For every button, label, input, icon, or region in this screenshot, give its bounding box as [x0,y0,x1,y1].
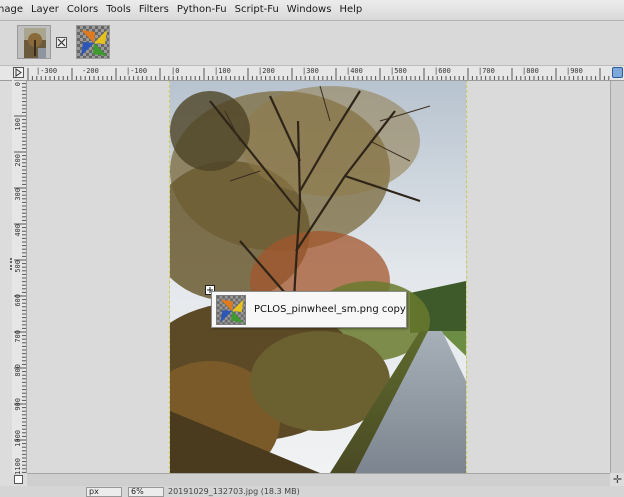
autumn-tree-photo-image [170,81,466,473]
ruler-label: |100 [214,67,231,75]
tooltip-label: PCLOS_pinwheel_sm.png copy [254,304,406,315]
tree-photo-thumbnail-icon [18,26,50,58]
ruler-label: 1100 [14,458,22,475]
vertical-scrollbar[interactable] [610,81,624,473]
ruler-label: 300 [14,188,22,201]
ruler-label: 700 [14,330,22,343]
drag-tooltip: PCLOS_pinwheel_sm.png copy [211,291,407,328]
zoom-value: 6% [131,487,144,496]
navigate-icon[interactable]: ✛ [612,474,623,485]
menu-windows[interactable]: Windows [283,0,336,20]
zoom-select[interactable]: 6% [128,487,164,497]
vertical-ruler[interactable]: 0 100 200 300 400 500 600 700 800 900 10… [12,80,27,475]
ruler-label: |900 [566,67,583,75]
status-message: 20191029_132703.jpg (18.3 MB) [168,487,300,496]
menu-layer[interactable]: Layer [27,0,63,20]
ruler-label: |0 [171,67,180,75]
menu-script-fu[interactable]: Script-Fu [231,0,283,20]
pinwheel-tab[interactable] [76,25,110,59]
ruler-label: 500 [14,260,22,273]
ruler-label: 900 [14,398,22,411]
menu-colors[interactable]: Colors [63,0,102,20]
menubar: nage Layer Colors Tools Filters Python-F… [0,0,624,21]
menu-filters[interactable]: Filters [135,0,173,20]
ruler-label: 400 [14,224,22,237]
zoom-image-icon[interactable] [612,67,623,78]
ruler-label: |-100 [126,67,148,75]
horizontal-ruler[interactable]: |-300 -200 |-100 |0 |100 |200 |300 |400 … [0,66,624,81]
ruler-label: 100 [14,118,22,131]
quick-mask-toggle-icon[interactable] [14,475,23,484]
ruler-label: -200 [82,67,99,75]
tree-photo [169,81,467,473]
dock-handle[interactable] [10,258,14,270]
photo-tab[interactable] [17,25,51,59]
close-tab-icon[interactable] [56,37,67,48]
ruler-label: |300 [302,67,319,75]
ruler-label: 200 [14,154,22,167]
ruler-label: 1000 [14,430,22,447]
unit-value: px [89,487,99,496]
menu-help[interactable]: Help [335,0,366,20]
ruler-label: |500 [390,67,407,75]
ruler-ticks [14,80,26,473]
ruler-label: |200 [258,67,275,75]
image-tab-bar [0,21,624,66]
ruler-label: |400 [346,67,363,75]
ruler-label: |600 [434,67,451,75]
menu-tools[interactable]: Tools [102,0,135,20]
ruler-label: |700 [478,67,495,75]
menu-image[interactable]: nage [0,0,27,20]
ruler-label: 800 [14,364,22,377]
menu-python-fu[interactable]: Python-Fu [173,0,231,20]
ruler-label: 600 [14,294,22,307]
unit-select[interactable]: px [86,487,122,497]
ruler-label: 0 [14,82,22,87]
pinwheel-thumbnail-icon [216,295,246,325]
ruler-label: |-300 [36,67,58,75]
pinwheel-thumbnail-icon [77,26,109,58]
image-canvas[interactable] [27,81,610,473]
ruler-label: |800 [522,67,539,75]
ruler-menu-icon[interactable] [13,67,24,78]
horizontal-scrollbar[interactable] [27,473,610,486]
status-bar: px 6% 20191029_132703.jpg (18.3 MB) [0,486,624,497]
